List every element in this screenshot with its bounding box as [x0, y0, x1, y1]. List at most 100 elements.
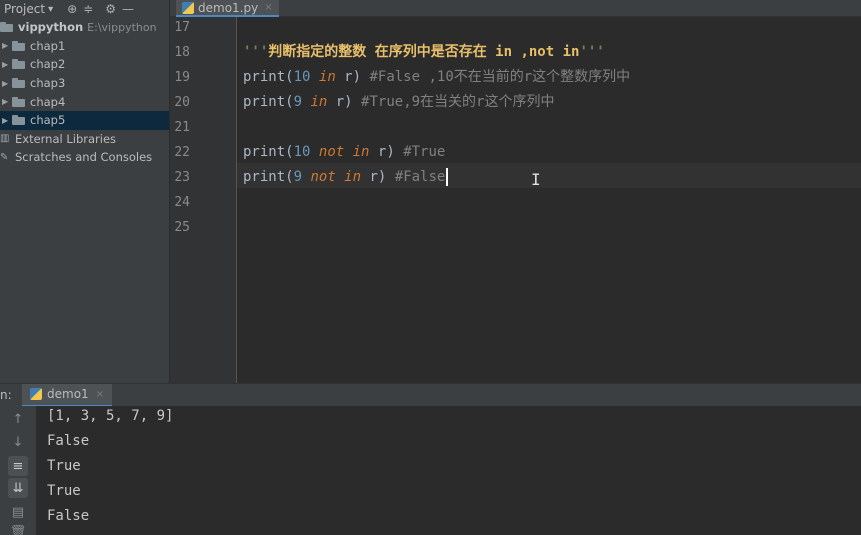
line-number: 20: [174, 95, 190, 110]
docstring-text: 判断指定的整数 在序列中是否存在 in ,not in: [268, 44, 580, 60]
project-view-selector[interactable]: Project ▾: [4, 2, 53, 16]
tree-item-chap4[interactable]: ▶ chap4: [0, 92, 169, 111]
console-line: True: [47, 458, 81, 474]
code-number: 10: [293, 144, 311, 160]
soft-wrap-icon[interactable]: ≡: [8, 456, 28, 476]
project-tree: vippython E:\vippython ▶ chap1 ▶ chap2 ▶…: [0, 18, 169, 167]
folder-icon: [12, 59, 26, 70]
code-number: 10: [293, 69, 311, 85]
code-token: r): [327, 94, 362, 110]
text-caret: [446, 168, 449, 186]
expand-arrow-icon[interactable]: ▶: [2, 116, 12, 125]
external-libraries-label: External Libraries: [15, 131, 117, 146]
code-token: print: [243, 69, 286, 85]
code-line-18: '''判断指定的整数 在序列中是否存在 in ,not in''': [243, 41, 605, 63]
line-number: 23: [174, 170, 190, 185]
up-arrow-icon[interactable]: ↑: [8, 409, 28, 429]
line-number: 24: [174, 195, 190, 210]
down-arrow-icon[interactable]: ↓: [8, 432, 28, 452]
editor-tab-demo1[interactable]: demo1.py ×: [176, 0, 279, 17]
code-token: print: [243, 94, 286, 110]
editor-tab-bar: demo1.py ×: [170, 0, 861, 17]
code-token: r): [335, 69, 370, 85]
code-comment: #True: [403, 144, 446, 160]
code-keyword: not in: [318, 144, 370, 160]
code-token: r): [369, 144, 404, 160]
code-keyword: in: [318, 69, 336, 85]
tree-item-chap3[interactable]: ▶ chap3: [0, 74, 169, 93]
tree-item-chap5[interactable]: ▶ chap5: [0, 110, 169, 130]
tree-item-chap1[interactable]: ▶ chap1: [0, 37, 169, 56]
tree-item-external-libraries[interactable]: ▥ External Libraries: [0, 130, 169, 149]
docstring-quote: ''': [579, 44, 605, 60]
code-keyword: in: [310, 94, 328, 110]
project-panel: Project ▾ ⊕ ≑ ⚙ — vippython E:\vippython…: [0, 0, 170, 383]
tree-item-label: chap2: [30, 57, 66, 72]
code-comment: #True,9在当关的r这个序列中: [361, 94, 555, 110]
close-icon[interactable]: ×: [96, 389, 104, 400]
target-icon[interactable]: ⊕: [67, 0, 77, 18]
line-number: 22: [174, 145, 190, 160]
tree-item-label: chap3: [30, 76, 66, 91]
code-line-23: print(9 not in r) #False: [243, 166, 449, 188]
mouse-ibeam-cursor-icon: I: [531, 170, 541, 189]
tree-root[interactable]: vippython E:\vippython: [0, 18, 169, 37]
console-line: [1, 3, 5, 7, 9]: [47, 408, 174, 424]
folder-icon: [12, 115, 26, 126]
run-label: n:: [0, 388, 12, 402]
console-line: False: [47, 433, 90, 449]
chevron-down-icon: ▾: [48, 3, 54, 15]
code-token: print: [243, 169, 286, 185]
gear-icon[interactable]: ⚙: [105, 0, 116, 18]
project-header: Project ▾ ⊕ ≑ ⚙ —: [0, 0, 169, 18]
print-icon[interactable]: ▤: [8, 502, 28, 522]
line-number: 19: [174, 70, 190, 85]
tree-item-chap2[interactable]: ▶ chap2: [0, 55, 169, 74]
console-line: False: [47, 508, 90, 524]
scratches-label: Scratches and Consoles: [15, 150, 153, 165]
folder-icon: [12, 40, 26, 51]
root-name: vippython: [18, 20, 84, 35]
console-line: True: [47, 483, 81, 499]
code-token: (: [285, 169, 294, 185]
expand-arrow-icon[interactable]: ▶: [2, 41, 12, 50]
tree-item-label: chap1: [30, 38, 66, 53]
code-line-19: print(10 in r) #False ,10不在当前的r这个整数序列中: [243, 66, 630, 88]
docstring-quote: ''': [243, 44, 269, 60]
code-comment: #False ,10不在当前的r这个整数序列中: [369, 69, 631, 85]
folder-icon: [12, 78, 26, 89]
collapse-icon[interactable]: ≑: [83, 0, 93, 18]
scratches-icon: ✎: [0, 151, 9, 163]
folder-icon: [12, 96, 26, 107]
line-number: 21: [174, 120, 190, 135]
line-number: 18: [174, 45, 190, 60]
trash-icon[interactable]: 🗑: [8, 522, 28, 535]
code-line-22: print(10 not in r) #True: [243, 141, 445, 163]
project-title: Project: [4, 2, 46, 16]
code-token: (: [285, 94, 294, 110]
scroll-to-end-icon[interactable]: ⇊: [8, 478, 28, 498]
line-number-gutter: 17 18 19 20 21 22 23 24 25: [170, 17, 237, 383]
code-token: r): [361, 169, 395, 185]
python-run-icon: [30, 388, 42, 400]
code-token: (: [285, 69, 294, 85]
library-icon: ▥: [0, 133, 10, 145]
tree-item-scratches[interactable]: ✎ Scratches and Consoles: [0, 148, 169, 167]
expand-arrow-icon[interactable]: ▶: [2, 97, 12, 106]
minimize-icon[interactable]: —: [122, 0, 134, 18]
line-number: 25: [174, 220, 190, 235]
expand-arrow-icon[interactable]: ▶: [2, 79, 12, 88]
expand-arrow-icon[interactable]: ▶: [2, 60, 12, 69]
run-panel-header: n: demo1 ×: [0, 383, 861, 407]
code-keyword: not in: [310, 169, 362, 185]
tree-item-label: chap5: [30, 113, 66, 128]
root-path: E:\vippython: [87, 20, 157, 34]
run-tab-demo1[interactable]: demo1 ×: [22, 383, 113, 407]
code-line-20: print(9 in r) #True,9在当关的r这个序列中: [243, 91, 554, 113]
close-icon[interactable]: ×: [264, 2, 272, 13]
run-console-output[interactable]: [36, 406, 861, 535]
python-file-icon: [182, 1, 194, 14]
code-token: print: [243, 144, 286, 160]
